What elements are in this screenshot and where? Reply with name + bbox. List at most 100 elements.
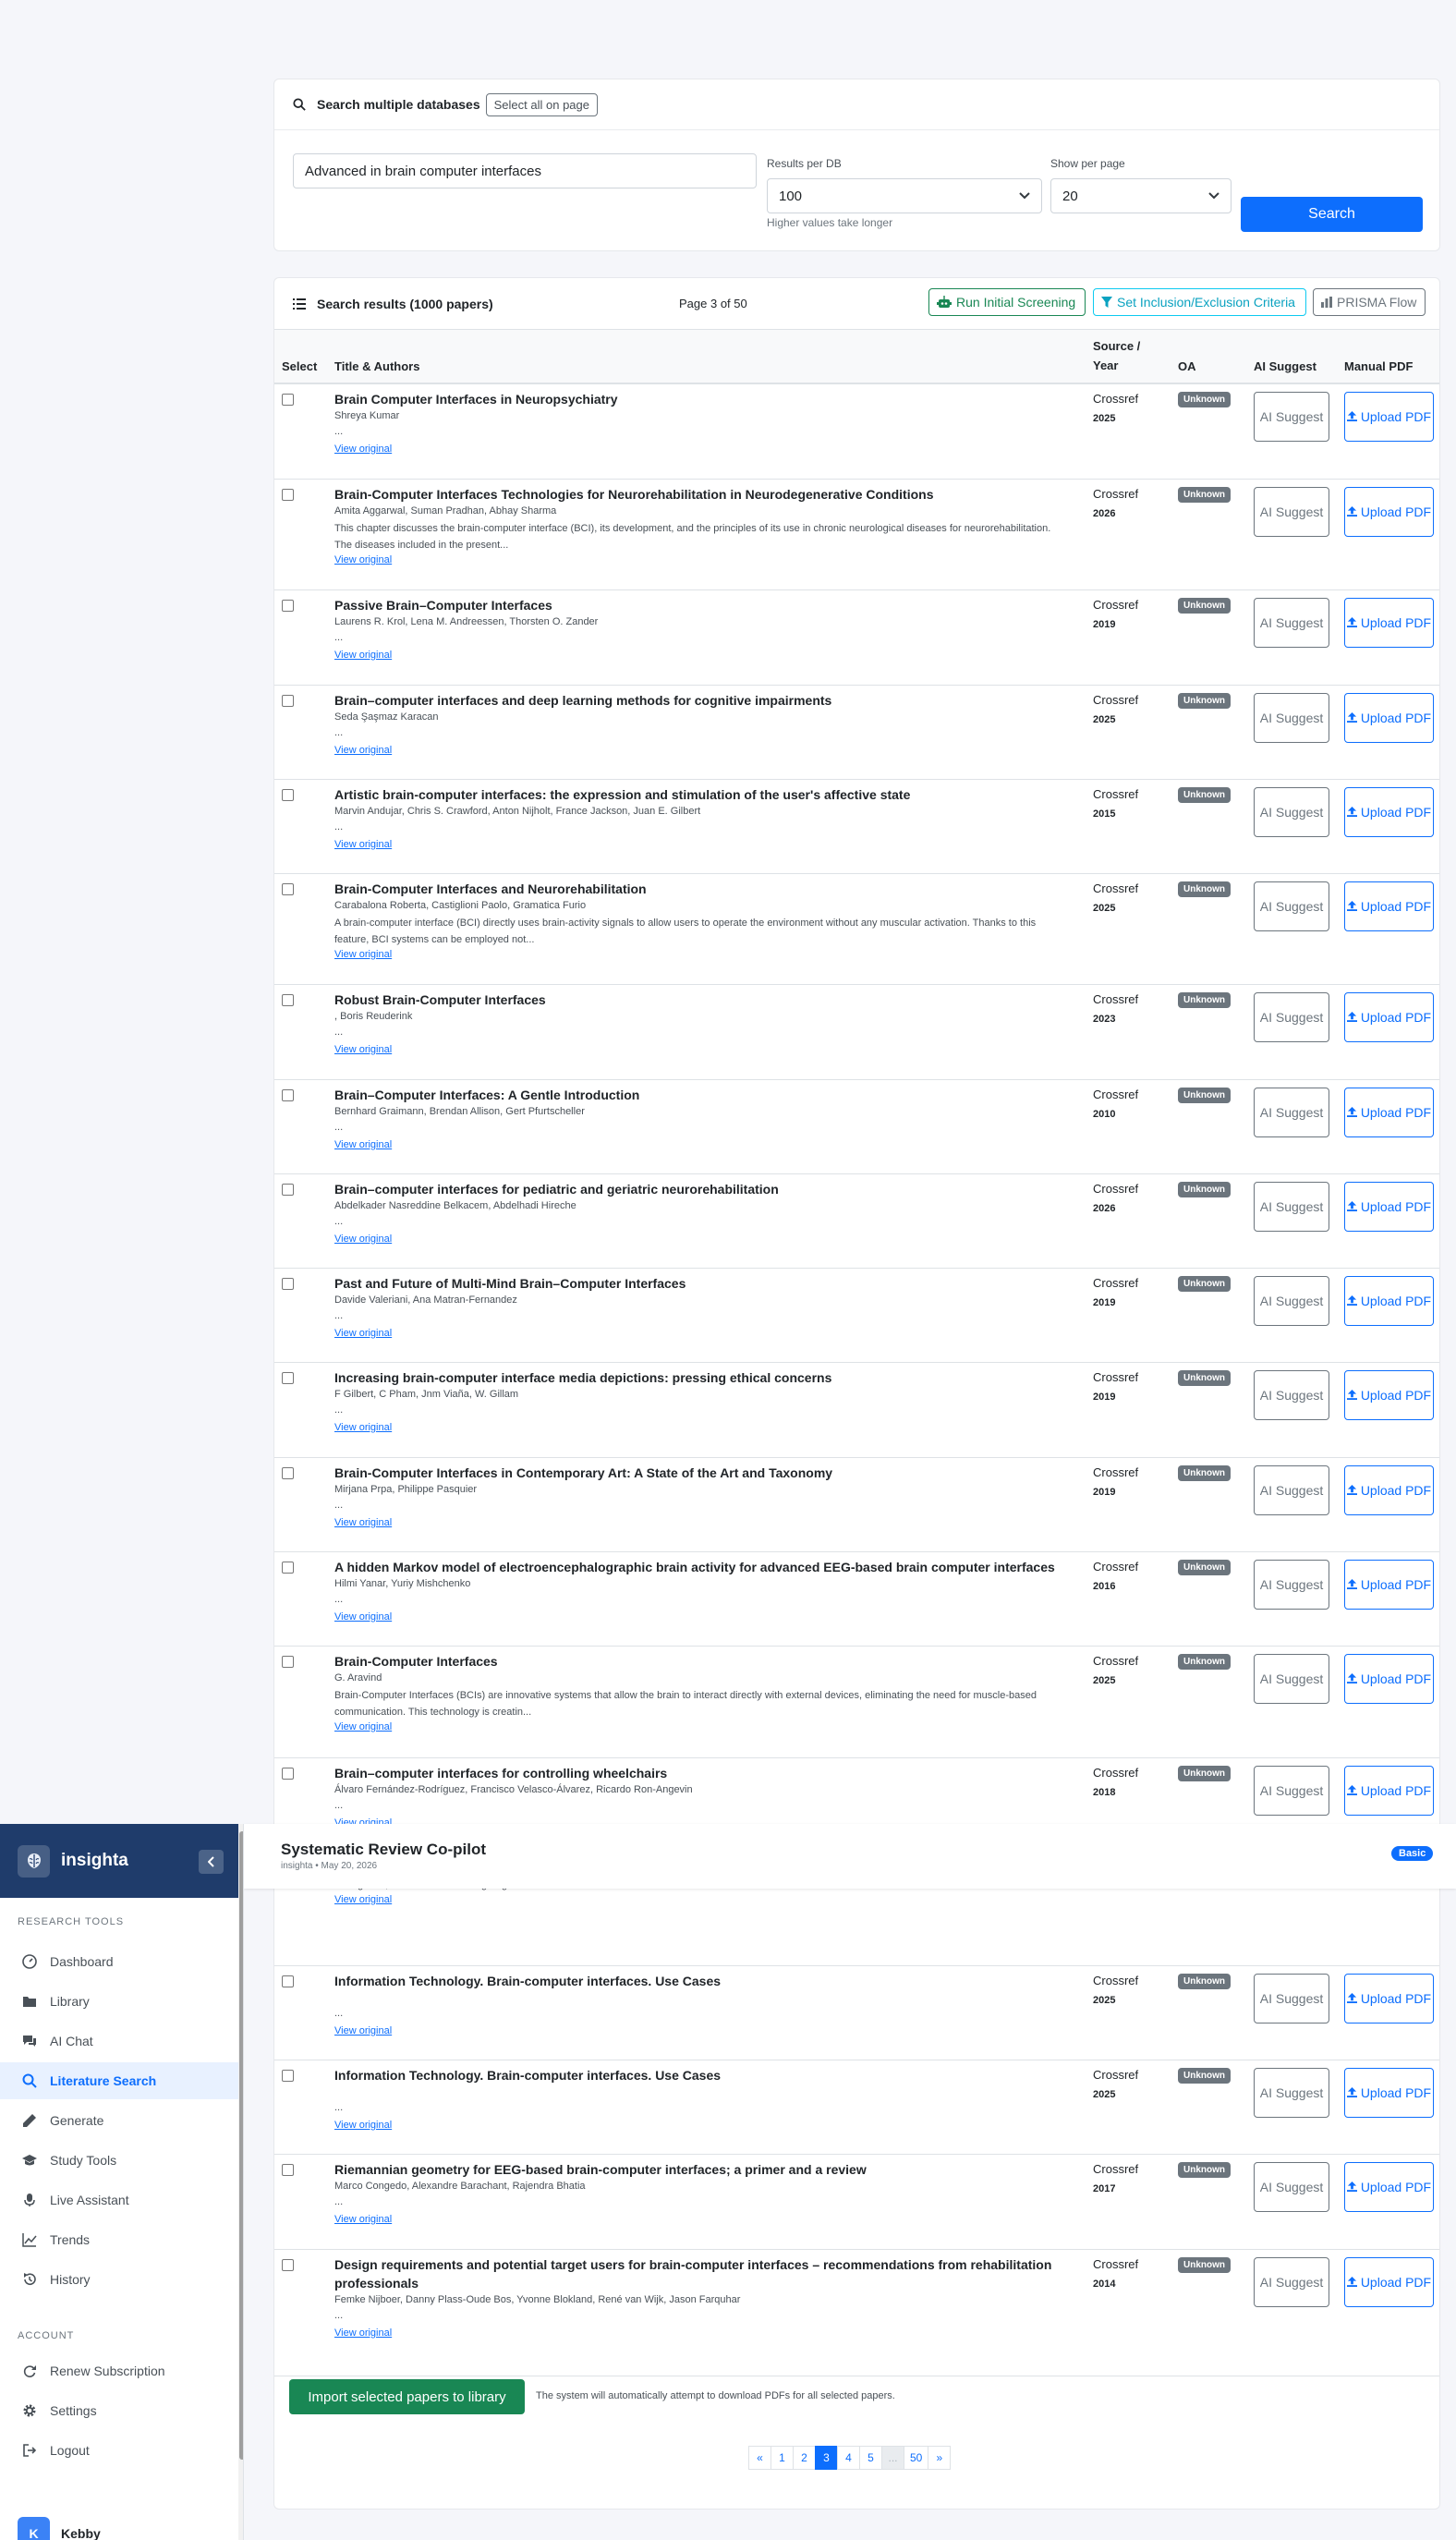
sidebar-item-library[interactable]: Library (0, 1983, 238, 2020)
row-checkbox[interactable] (282, 600, 294, 612)
view-original-link[interactable]: View original (334, 650, 392, 661)
upload-pdf-button[interactable]: Upload PDF (1344, 1182, 1434, 1232)
row-checkbox[interactable] (282, 489, 294, 501)
view-original-link[interactable]: View original (334, 1611, 392, 1622)
results-per-db-select[interactable]: 100 (767, 178, 1042, 213)
upload-pdf-button[interactable]: Upload PDF (1344, 1088, 1434, 1137)
ai-suggest-button[interactable]: AI Suggest (1254, 1088, 1329, 1137)
page-link[interactable]: 5 (859, 2446, 882, 2470)
row-checkbox[interactable] (282, 1768, 294, 1780)
page-link[interactable]: 1 (770, 2446, 794, 2470)
sidebar-item-renew-subscription[interactable]: Renew Subscription (0, 2352, 238, 2389)
row-checkbox[interactable] (282, 2164, 294, 2176)
view-original-link[interactable]: View original (334, 1139, 392, 1150)
sidebar-item-live-assistant[interactable]: Live Assistant (0, 2181, 238, 2218)
row-checkbox[interactable] (282, 1372, 294, 1384)
sidebar-item-logout[interactable]: Logout (0, 2432, 238, 2469)
upload-pdf-button[interactable]: Upload PDF (1344, 392, 1434, 442)
view-original-link[interactable]: View original (334, 1721, 392, 1732)
ai-suggest-button[interactable]: AI Suggest (1254, 1465, 1329, 1515)
select-all-button[interactable]: Select all on page (485, 92, 598, 116)
page-link[interactable]: « (748, 2446, 771, 2470)
upload-pdf-button[interactable]: Upload PDF (1344, 992, 1434, 1042)
ai-suggest-button[interactable]: AI Suggest (1254, 1370, 1329, 1420)
row-checkbox[interactable] (282, 1184, 294, 1196)
ai-suggest-button[interactable]: AI Suggest (1254, 2068, 1329, 2118)
upload-pdf-button[interactable]: Upload PDF (1344, 1560, 1434, 1610)
page-link[interactable]: 3 (815, 2446, 838, 2470)
view-original-link[interactable]: View original (334, 1234, 392, 1245)
upload-pdf-button[interactable]: Upload PDF (1344, 487, 1434, 537)
page-link[interactable]: 2 (793, 2446, 816, 2470)
ai-suggest-button[interactable]: AI Suggest (1254, 1766, 1329, 1816)
view-original-link[interactable]: View original (334, 2120, 392, 2131)
scrollbar-thumb[interactable] (239, 1831, 243, 2460)
run-screening-button[interactable]: Run Initial Screening (928, 288, 1086, 316)
upload-pdf-button[interactable]: Upload PDF (1344, 2257, 1434, 2307)
ai-suggest-button[interactable]: AI Suggest (1254, 881, 1329, 931)
view-original-link[interactable]: View original (334, 1044, 392, 1055)
ai-suggest-button[interactable]: AI Suggest (1254, 787, 1329, 837)
upload-pdf-button[interactable]: Upload PDF (1344, 787, 1434, 837)
upload-pdf-button[interactable]: Upload PDF (1344, 1276, 1434, 1326)
view-original-link[interactable]: View original (334, 1894, 392, 1905)
row-checkbox[interactable] (282, 1467, 294, 1479)
row-checkbox[interactable] (282, 695, 294, 707)
sidebar-item-literature-search[interactable]: Literature Search (0, 2062, 238, 2099)
upload-pdf-button[interactable]: Upload PDF (1344, 2068, 1434, 2118)
set-criteria-button[interactable]: Set Inclusion/Exclusion Criteria (1093, 288, 1306, 316)
row-checkbox[interactable] (282, 2070, 294, 2082)
page-link[interactable]: 4 (837, 2446, 860, 2470)
upload-pdf-button[interactable]: Upload PDF (1344, 598, 1434, 648)
upload-pdf-button[interactable]: Upload PDF (1344, 2162, 1434, 2212)
upload-pdf-button[interactable]: Upload PDF (1344, 1974, 1434, 2023)
view-original-link[interactable]: View original (334, 1517, 392, 1528)
view-original-link[interactable]: View original (334, 554, 392, 565)
search-button[interactable]: Search (1241, 197, 1423, 232)
row-checkbox[interactable] (282, 1562, 294, 1574)
upload-pdf-button[interactable]: Upload PDF (1344, 1370, 1434, 1420)
collapse-sidebar-button[interactable] (199, 1850, 224, 1874)
upload-pdf-button[interactable]: Upload PDF (1344, 693, 1434, 743)
view-original-link[interactable]: View original (334, 2025, 392, 2036)
sidebar-item-trends[interactable]: Trends (0, 2221, 238, 2258)
upload-pdf-button[interactable]: Upload PDF (1344, 881, 1434, 931)
ai-suggest-button[interactable]: AI Suggest (1254, 392, 1329, 442)
import-selected-button[interactable]: Import selected papers to library (289, 2379, 525, 2414)
sidebar-item-generate[interactable]: Generate (0, 2102, 238, 2139)
view-original-link[interactable]: View original (334, 1422, 392, 1433)
ai-suggest-button[interactable]: AI Suggest (1254, 598, 1329, 648)
ai-suggest-button[interactable]: AI Suggest (1254, 992, 1329, 1042)
view-original-link[interactable]: View original (334, 444, 392, 455)
ai-suggest-button[interactable]: AI Suggest (1254, 1182, 1329, 1232)
prisma-flow-button[interactable]: PRISMA Flow (1313, 288, 1426, 316)
row-checkbox[interactable] (282, 1278, 294, 1290)
user-profile[interactable]: K Kebby (18, 2517, 101, 2540)
query-input[interactable] (293, 153, 757, 188)
ai-suggest-button[interactable]: AI Suggest (1254, 1276, 1329, 1326)
row-checkbox[interactable] (282, 883, 294, 895)
page-link[interactable]: » (928, 2446, 952, 2470)
row-checkbox[interactable] (282, 789, 294, 801)
upload-pdf-button[interactable]: Upload PDF (1344, 1654, 1434, 1704)
view-original-link[interactable]: View original (334, 745, 392, 756)
ai-suggest-button[interactable]: AI Suggest (1254, 1974, 1329, 2023)
view-original-link[interactable]: View original (334, 839, 392, 850)
row-checkbox[interactable] (282, 1089, 294, 1101)
ai-suggest-button[interactable]: AI Suggest (1254, 487, 1329, 537)
view-original-link[interactable]: View original (334, 1328, 392, 1339)
view-original-link[interactable]: View original (334, 2214, 392, 2225)
sidebar-item-study-tools[interactable]: Study Tools (0, 2142, 238, 2179)
sidebar-scrollbar[interactable] (238, 1824, 243, 2540)
ai-suggest-button[interactable]: AI Suggest (1254, 693, 1329, 743)
sidebar-item-history[interactable]: History (0, 2261, 238, 2298)
sidebar-item-settings[interactable]: Settings (0, 2392, 238, 2429)
ai-suggest-button[interactable]: AI Suggest (1254, 2257, 1329, 2307)
ai-suggest-button[interactable]: AI Suggest (1254, 2162, 1329, 2212)
sidebar-item-ai-chat[interactable]: AI Chat (0, 2023, 238, 2060)
row-checkbox[interactable] (282, 1656, 294, 1668)
view-original-link[interactable]: View original (334, 2327, 392, 2339)
view-original-link[interactable]: View original (334, 949, 392, 960)
upload-pdf-button[interactable]: Upload PDF (1344, 1766, 1434, 1816)
show-per-page-select[interactable]: 20 (1050, 178, 1232, 213)
